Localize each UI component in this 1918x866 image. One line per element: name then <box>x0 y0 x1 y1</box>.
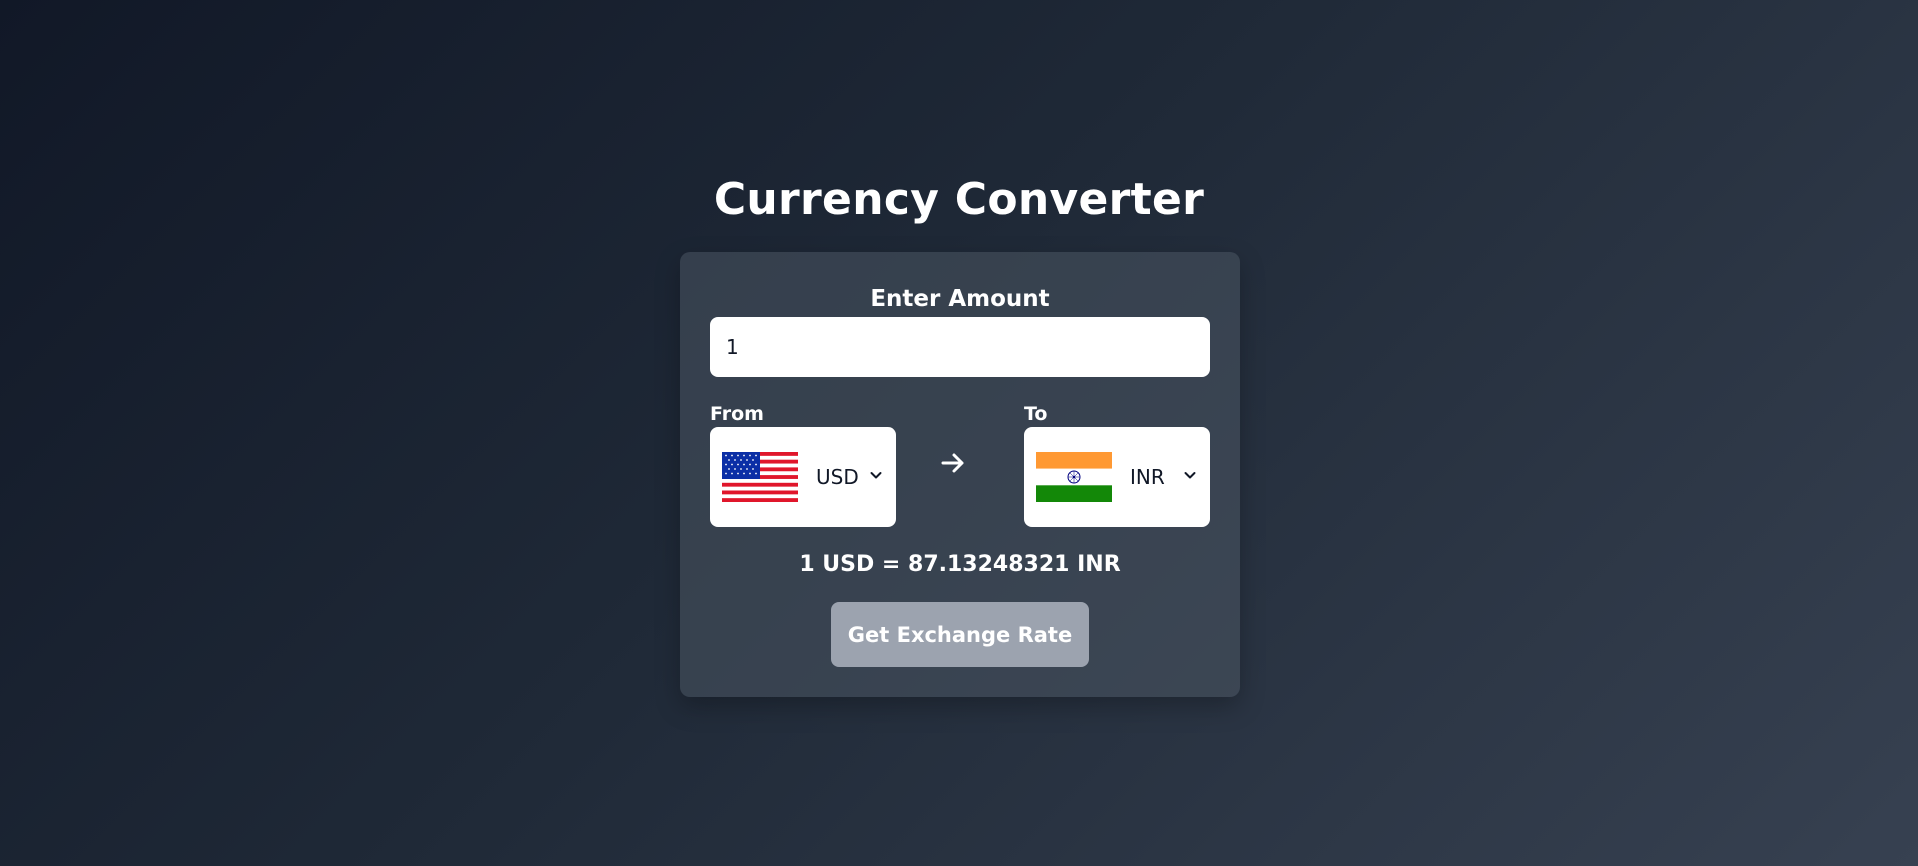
to-currency-code: INR <box>1130 465 1165 489</box>
us-flag-icon <box>722 452 798 502</box>
to-label: To <box>1024 403 1048 425</box>
amount-label: Enter Amount <box>870 286 1050 312</box>
page-title: Currency Converter <box>713 174 1205 225</box>
get-exchange-rate-button[interactable]: Get Exchange Rate <box>831 602 1089 667</box>
amount-input[interactable] <box>710 317 1210 377</box>
chevron-down-icon <box>1184 472 1196 479</box>
from-label: From <box>710 403 764 425</box>
from-currency-code: USD <box>816 465 859 489</box>
india-flag-icon <box>1036 452 1112 502</box>
to-currency-select[interactable]: INR <box>1024 427 1210 527</box>
converter-card: Enter Amount From To USD <box>680 252 1240 697</box>
from-currency-select[interactable]: USD <box>710 427 896 527</box>
chevron-down-icon <box>870 472 882 479</box>
arrow-right-icon <box>941 453 964 473</box>
exchange-rate-text: 1 USD = 87.13248321 INR <box>799 552 1121 577</box>
